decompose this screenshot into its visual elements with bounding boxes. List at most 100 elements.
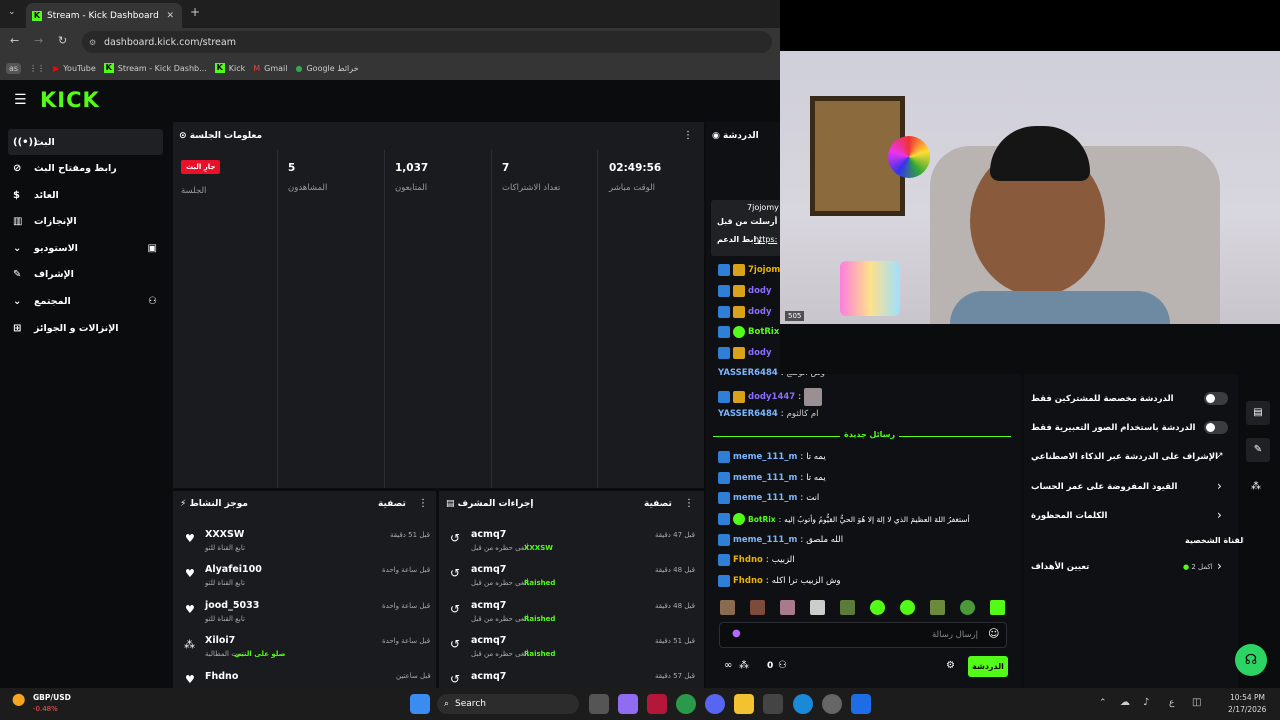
mod-user[interactable]: acmq7 — [471, 635, 506, 646]
activity-more-icon[interactable]: ⋮ — [418, 498, 428, 509]
emote-icon[interactable] — [990, 600, 1005, 615]
app-icon[interactable] — [647, 694, 667, 714]
sidebar-item-revenue[interactable]: $ العائد — [8, 182, 163, 208]
mic-icon[interactable]: ● — [732, 628, 741, 639]
pinned-link[interactable]: https: — [754, 235, 777, 244]
chat-username[interactable]: YASSER6484 — [718, 409, 778, 419]
emote-icon[interactable] — [780, 600, 795, 615]
profile-badge[interactable]: as — [6, 62, 22, 74]
emote-icon[interactable] — [870, 600, 885, 615]
settings-gear-icon[interactable]: ⚙ — [946, 660, 955, 671]
mod-user[interactable]: acmq7 — [471, 564, 506, 575]
app-w-icon[interactable] — [851, 694, 871, 714]
external-link-icon[interactable]: ↗ — [1216, 451, 1224, 461]
infinity-icon[interactable]: ∞ — [724, 660, 732, 671]
new-tab-icon[interactable]: + — [190, 5, 200, 19]
chat-username[interactable]: Fhdno — [733, 576, 763, 586]
kick-logo[interactable]: KICK — [40, 88, 100, 112]
bookmark-gmail[interactable]: M Gmail — [253, 64, 287, 73]
chat-username[interactable]: meme_111_m — [733, 535, 797, 545]
chat-username[interactable]: dody — [748, 348, 772, 358]
chat-input[interactable]: ● إرسال رسالة ☺ — [719, 622, 1007, 648]
chevron-right-icon[interactable]: › — [1217, 508, 1222, 522]
community-icon[interactable]: ⁂ — [1251, 481, 1261, 492]
activity-user[interactable]: Xiloi7 — [205, 635, 235, 646]
network-icon[interactable]: ☁ — [1120, 697, 1130, 708]
chevron-right-icon[interactable]: › — [1217, 559, 1222, 573]
bookmark-stream[interactable]: K Stream - Kick Dashb... — [103, 63, 207, 73]
chat-username[interactable]: BotRix — [748, 515, 776, 524]
emoji-icon[interactable]: ☺ — [988, 627, 999, 640]
emote-icon[interactable] — [960, 600, 975, 615]
mod-user[interactable]: acmq7 — [471, 671, 506, 682]
chat-username[interactable]: dody — [748, 286, 772, 296]
mic-tray-icon[interactable]: ♪ — [1143, 697, 1149, 708]
ai-moderation-item[interactable]: الإشراف على الدردشة عبر الذكاء الاصطناعي — [1031, 452, 1218, 462]
banned-words-item[interactable]: الكلمات المحظورة — [1031, 511, 1107, 521]
edge-icon[interactable] — [793, 694, 813, 714]
chat-username[interactable]: meme_111_m — [733, 452, 797, 462]
mod-target[interactable]: XXXSW — [524, 544, 553, 552]
goals-item[interactable]: تعيين الأهداف — [1031, 562, 1089, 572]
sidebar-item-moderation[interactable]: ✎ الإشراف — [8, 261, 163, 287]
points-icon[interactable]: ⁂ — [739, 660, 749, 671]
chrome-icon[interactable] — [676, 694, 696, 714]
back-icon[interactable]: ← — [10, 34, 19, 47]
volume-icon[interactable]: ◫ — [1192, 697, 1201, 708]
language-indicator[interactable]: ع — [1169, 698, 1174, 708]
url-field[interactable]: ⚙ dashboard.kick.com/stream — [82, 31, 772, 53]
store-icon[interactable] — [763, 694, 783, 714]
mod-filter-button[interactable]: تصفية — [644, 499, 672, 509]
bookmark-kick[interactable]: K Kick — [214, 63, 245, 73]
chat-username[interactable]: meme_111_m — [733, 473, 797, 483]
windows-start-icon[interactable] — [410, 694, 430, 714]
mod-target[interactable]: Raished — [524, 615, 555, 623]
sidebar-item-stream-key[interactable]: ⊘ رابط ومفتاح البث — [8, 155, 163, 181]
copilot-icon[interactable] — [618, 694, 638, 714]
chat-username[interactable]: Fhdno — [733, 555, 763, 565]
tab-list-icon[interactable]: ⌄ — [8, 7, 16, 17]
sidebar-item-studio[interactable]: ⌄ الاستوديو ▣ — [8, 235, 163, 261]
sidebar-item-achievements[interactable]: ▥ الإنجازات — [8, 208, 163, 234]
ticker-pair[interactable]: GBP/USD — [33, 693, 71, 702]
new-messages-label[interactable]: رسائل جديدة — [840, 430, 900, 439]
sidebar-item-drops[interactable]: ⊞ الإنزالات و الجوائز — [8, 315, 163, 341]
bookmark-maps[interactable]: ● Google خرائط — [295, 64, 358, 73]
chat-username[interactable]: YASSER6484 — [718, 368, 778, 378]
apps-grid-icon[interactable]: ⋮⋮ — [29, 64, 45, 73]
support-headset-icon[interactable]: ☊ — [1235, 644, 1267, 676]
chat-username[interactable]: meme_111_m — [733, 493, 797, 503]
session-more-icon[interactable]: ⋮ — [683, 130, 693, 141]
activity-user[interactable]: XXXSW — [205, 529, 244, 540]
chat-username[interactable]: dody1447 — [748, 392, 795, 402]
activity-filter-button[interactable]: تصفية — [378, 499, 406, 509]
mod-target[interactable]: Raished — [524, 650, 555, 658]
activity-user[interactable]: jood_5033 — [205, 600, 259, 611]
chat-username[interactable]: BotRix — [748, 327, 779, 337]
activity-user[interactable]: Alyafei100 — [205, 564, 262, 575]
chat-username[interactable]: dody — [748, 307, 772, 317]
tab-close-icon[interactable]: ✕ — [166, 11, 174, 21]
account-age-item[interactable]: القيود المفروضة على عمر الحساب — [1031, 482, 1177, 492]
mod-more-icon[interactable]: ⋮ — [684, 498, 694, 509]
reload-icon[interactable]: ↻ — [58, 34, 67, 47]
settings-icon[interactable] — [822, 694, 842, 714]
emote-icon[interactable] — [810, 600, 825, 615]
bookmark-youtube[interactable]: ▶ YouTube — [53, 64, 96, 73]
site-info-icon[interactable]: ⚙ — [89, 38, 96, 47]
emote-icon[interactable] — [720, 600, 735, 615]
mod-user[interactable]: acmq7 — [471, 600, 506, 611]
browser-tab[interactable]: K Stream - Kick Dashboard ✕ — [26, 3, 182, 28]
hamburger-menu-icon[interactable]: ☰ — [14, 92, 27, 108]
wrench-icon[interactable]: ✎ — [1246, 438, 1270, 462]
emote-icon[interactable] — [750, 600, 765, 615]
tray-chevron-up-icon[interactable]: ⌃ — [1099, 698, 1107, 708]
task-view-icon[interactable] — [589, 694, 609, 714]
emote-icon[interactable] — [900, 600, 915, 615]
mod-user[interactable]: acmq7 — [471, 529, 506, 540]
discord-icon[interactable] — [705, 694, 725, 714]
forward-icon[interactable]: → — [34, 34, 43, 47]
pinned-user[interactable]: 7jojomy — [747, 203, 779, 212]
chat-send-button[interactable]: الدردشة — [968, 656, 1008, 677]
chevron-right-icon[interactable]: › — [1217, 479, 1222, 493]
